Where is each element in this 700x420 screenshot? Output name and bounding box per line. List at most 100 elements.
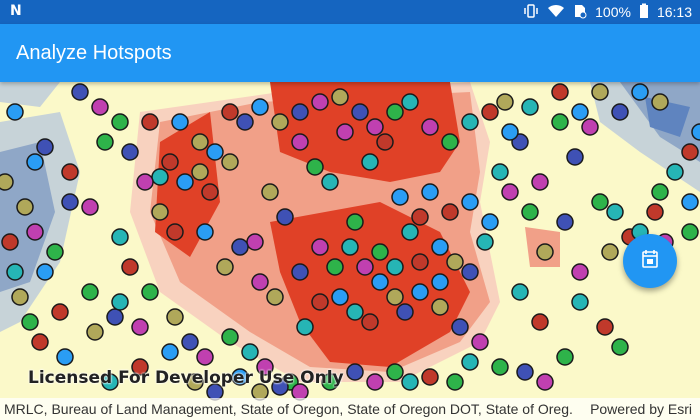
attribution-text[interactable]: MRLC, Bureau of Land Management, State o… — [4, 401, 574, 417]
incident-point[interactable] — [421, 118, 439, 136]
incident-point[interactable] — [311, 93, 329, 111]
map-view[interactable]: Licensed For Developer Use Only MRLC, Bu… — [0, 82, 700, 420]
incident-point[interactable] — [421, 183, 439, 201]
incident-point[interactable] — [291, 263, 309, 281]
incident-point[interactable] — [591, 193, 609, 211]
incident-point[interactable] — [596, 318, 614, 336]
incident-point[interactable] — [516, 363, 534, 381]
incident-point[interactable] — [221, 153, 239, 171]
incident-point[interactable] — [206, 143, 224, 161]
incident-point[interactable] — [196, 223, 214, 241]
incident-point[interactable] — [346, 303, 364, 321]
incident-point[interactable] — [491, 358, 509, 376]
incident-point[interactable] — [366, 373, 384, 391]
incident-point[interactable] — [356, 258, 374, 276]
incident-point[interactable] — [366, 118, 384, 136]
incident-point[interactable] — [461, 353, 479, 371]
incident-point[interactable] — [111, 228, 129, 246]
incident-point[interactable] — [471, 333, 489, 351]
incident-point[interactable] — [81, 198, 99, 216]
incident-point[interactable] — [476, 233, 494, 251]
incident-point[interactable] — [151, 168, 169, 186]
incident-point[interactable] — [161, 343, 179, 361]
incident-point[interactable] — [111, 293, 129, 311]
incident-point[interactable] — [121, 258, 139, 276]
incident-point[interactable] — [61, 163, 79, 181]
incident-point[interactable] — [231, 238, 249, 256]
incident-point[interactable] — [646, 203, 664, 221]
incident-point[interactable] — [441, 133, 459, 151]
incident-point[interactable] — [1, 233, 19, 251]
incident-point[interactable] — [401, 223, 419, 241]
incident-point[interactable] — [11, 288, 29, 306]
incident-point[interactable] — [271, 113, 289, 131]
incident-point[interactable] — [531, 313, 549, 331]
incident-point[interactable] — [266, 288, 284, 306]
incident-point[interactable] — [0, 173, 14, 191]
incident-point[interactable] — [446, 253, 464, 271]
incident-point[interactable] — [651, 183, 669, 201]
incident-point[interactable] — [106, 308, 124, 326]
incident-point[interactable] — [161, 153, 179, 171]
incident-point[interactable] — [246, 233, 264, 251]
incident-point[interactable] — [386, 288, 404, 306]
incident-point[interactable] — [331, 88, 349, 106]
incident-point[interactable] — [681, 223, 699, 241]
incident-point[interactable] — [241, 343, 259, 361]
incident-point[interactable] — [191, 163, 209, 181]
incident-point[interactable] — [461, 113, 479, 131]
incident-point[interactable] — [86, 323, 104, 341]
incident-point[interactable] — [331, 288, 349, 306]
incident-point[interactable] — [361, 153, 379, 171]
incident-point[interactable] — [401, 373, 419, 391]
incident-point[interactable] — [601, 243, 619, 261]
incident-point[interactable] — [201, 183, 219, 201]
incident-point[interactable] — [376, 133, 394, 151]
incident-point[interactable] — [611, 338, 629, 356]
incident-point[interactable] — [346, 213, 364, 231]
incident-point[interactable] — [31, 333, 49, 351]
incident-point[interactable] — [36, 263, 54, 281]
incident-point[interactable] — [346, 363, 364, 381]
incident-point[interactable] — [461, 263, 479, 281]
incident-point[interactable] — [291, 133, 309, 151]
incident-point[interactable] — [531, 173, 549, 191]
incident-point[interactable] — [441, 203, 459, 221]
incident-point[interactable] — [606, 203, 624, 221]
incident-point[interactable] — [446, 373, 464, 391]
incident-point[interactable] — [276, 208, 294, 226]
incident-point[interactable] — [521, 98, 539, 116]
incident-point[interactable] — [536, 243, 554, 261]
incident-point[interactable] — [96, 133, 114, 151]
incident-point[interactable] — [336, 123, 354, 141]
incident-point[interactable] — [181, 333, 199, 351]
incident-point[interactable] — [556, 213, 574, 231]
incident-point[interactable] — [291, 103, 309, 121]
incident-point[interactable] — [296, 318, 314, 336]
incident-point[interactable] — [26, 223, 44, 241]
incident-point[interactable] — [666, 163, 684, 181]
incident-point[interactable] — [461, 193, 479, 211]
incident-point[interactable] — [411, 208, 429, 226]
incident-point[interactable] — [16, 198, 34, 216]
incident-point[interactable] — [651, 93, 669, 111]
analyze-date-button[interactable] — [623, 234, 677, 288]
incident-point[interactable] — [411, 283, 429, 301]
incident-point[interactable] — [351, 103, 369, 121]
incident-point[interactable] — [386, 258, 404, 276]
incident-point[interactable] — [371, 243, 389, 261]
powered-by-esri[interactable]: Powered by Esri — [590, 401, 692, 417]
incident-point[interactable] — [571, 263, 589, 281]
incident-point[interactable] — [551, 113, 569, 131]
incident-point[interactable] — [306, 158, 324, 176]
incident-point[interactable] — [566, 148, 584, 166]
incident-point[interactable] — [401, 93, 419, 111]
incident-point[interactable] — [501, 183, 519, 201]
incident-point[interactable] — [481, 213, 499, 231]
incident-point[interactable] — [131, 318, 149, 336]
incident-point[interactable] — [341, 238, 359, 256]
incident-point[interactable] — [311, 293, 329, 311]
incident-point[interactable] — [321, 173, 339, 191]
incident-point[interactable] — [51, 303, 69, 321]
incident-point[interactable] — [121, 143, 139, 161]
